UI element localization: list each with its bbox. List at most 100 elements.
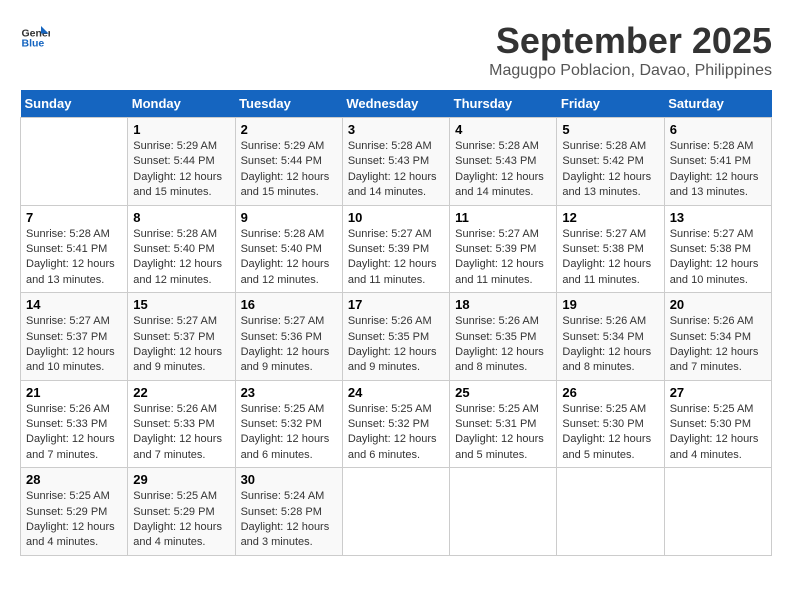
- week-row-1: 1 Sunrise: 5:29 AM Sunset: 5:44 PM Daylig…: [21, 118, 772, 206]
- day-info: Sunrise: 5:28 AM Sunset: 5:40 PM Dayligh…: [241, 227, 337, 289]
- weekday-tuesday: Tuesday: [235, 90, 342, 118]
- calendar-cell: 8 Sunrise: 5:28 AM Sunset: 5:40 PM Daylig…: [128, 205, 235, 293]
- weekday-sunday: Sunday: [21, 90, 128, 118]
- day-number: 6: [670, 122, 766, 137]
- logo: General Blue: [20, 20, 50, 50]
- location-title: Magugpo Poblacion, Davao, Philippines: [489, 62, 772, 80]
- day-info: Sunrise: 5:28 AM Sunset: 5:40 PM Dayligh…: [133, 227, 229, 289]
- day-number: 11: [455, 210, 551, 225]
- calendar-cell: [450, 468, 557, 556]
- day-number: 1: [133, 122, 229, 137]
- weekday-thursday: Thursday: [450, 90, 557, 118]
- day-number: 21: [26, 385, 122, 400]
- page-header: General Blue September 2025 Magugpo Pobl…: [20, 20, 772, 80]
- calendar-cell: 27Sunrise: 5:25 AM Sunset: 5:30 PM Dayli…: [664, 380, 771, 468]
- week-row-2: 7 Sunrise: 5:28 AM Sunset: 5:41 PM Daylig…: [21, 205, 772, 293]
- day-info: Sunrise: 5:26 AM Sunset: 5:35 PM Dayligh…: [348, 314, 444, 376]
- day-info: Sunrise: 5:26 AM Sunset: 5:33 PM Dayligh…: [133, 402, 229, 464]
- day-number: 13: [670, 210, 766, 225]
- calendar-cell: 25Sunrise: 5:25 AM Sunset: 5:31 PM Dayli…: [450, 380, 557, 468]
- day-info: Sunrise: 5:27 AM Sunset: 5:39 PM Dayligh…: [455, 227, 551, 289]
- day-number: 8: [133, 210, 229, 225]
- calendar-cell: 6 Sunrise: 5:28 AM Sunset: 5:41 PM Daylig…: [664, 118, 771, 206]
- calendar-cell: [21, 118, 128, 206]
- calendar-body: 1 Sunrise: 5:29 AM Sunset: 5:44 PM Daylig…: [21, 118, 772, 556]
- calendar-cell: [342, 468, 449, 556]
- day-number: 22: [133, 385, 229, 400]
- day-number: 28: [26, 472, 122, 487]
- calendar-cell: 21 Sunrise: 5:26 AM Sunset: 5:33 PM Dayli…: [21, 380, 128, 468]
- day-number: 16: [241, 297, 337, 312]
- calendar-table: SundayMondayTuesdayWednesdayThursdayFrid…: [20, 90, 772, 556]
- calendar-cell: 20 Sunrise: 5:26 AM Sunset: 5:34 PM Dayli…: [664, 293, 771, 381]
- calendar-cell: 1 Sunrise: 5:29 AM Sunset: 5:44 PM Daylig…: [128, 118, 235, 206]
- calendar-cell: 14 Sunrise: 5:27 AM Sunset: 5:37 PM Dayli…: [21, 293, 128, 381]
- day-number: 26: [562, 385, 658, 400]
- calendar-cell: 30 Sunrise: 5:24 AM Sunset: 5:28 PM Dayli…: [235, 468, 342, 556]
- day-info: Sunrise: 5:29 AM Sunset: 5:44 PM Dayligh…: [133, 139, 229, 201]
- day-number: 23: [241, 385, 337, 400]
- day-info: Sunrise: 5:28 AM Sunset: 5:43 PM Dayligh…: [348, 139, 444, 201]
- day-info: Sunrise: 5:27 AM Sunset: 5:36 PM Dayligh…: [241, 314, 337, 376]
- day-number: 2: [241, 122, 337, 137]
- day-info: Sunrise: 5:26 AM Sunset: 5:34 PM Dayligh…: [670, 314, 766, 376]
- calendar-cell: 17Sunrise: 5:26 AM Sunset: 5:35 PM Dayli…: [342, 293, 449, 381]
- calendar-cell: 15Sunrise: 5:27 AM Sunset: 5:37 PM Dayli…: [128, 293, 235, 381]
- day-info: Sunrise: 5:25 AM Sunset: 5:30 PM Dayligh…: [562, 402, 658, 464]
- day-info: Sunrise: 5:29 AM Sunset: 5:44 PM Dayligh…: [241, 139, 337, 201]
- week-row-3: 14 Sunrise: 5:27 AM Sunset: 5:37 PM Dayli…: [21, 293, 772, 381]
- calendar-cell: 7 Sunrise: 5:28 AM Sunset: 5:41 PM Daylig…: [21, 205, 128, 293]
- day-info: Sunrise: 5:25 AM Sunset: 5:32 PM Dayligh…: [241, 402, 337, 464]
- day-number: 12: [562, 210, 658, 225]
- day-info: Sunrise: 5:27 AM Sunset: 5:39 PM Dayligh…: [348, 227, 444, 289]
- svg-text:Blue: Blue: [22, 37, 45, 49]
- day-number: 27: [670, 385, 766, 400]
- day-info: Sunrise: 5:26 AM Sunset: 5:35 PM Dayligh…: [455, 314, 551, 376]
- day-info: Sunrise: 5:27 AM Sunset: 5:38 PM Dayligh…: [562, 227, 658, 289]
- calendar-cell: 23 Sunrise: 5:25 AM Sunset: 5:32 PM Dayli…: [235, 380, 342, 468]
- day-info: Sunrise: 5:28 AM Sunset: 5:41 PM Dayligh…: [26, 227, 122, 289]
- day-number: 30: [241, 472, 337, 487]
- weekday-header-row: SundayMondayTuesdayWednesdayThursdayFrid…: [21, 90, 772, 118]
- week-row-5: 28 Sunrise: 5:25 AM Sunset: 5:29 PM Dayli…: [21, 468, 772, 556]
- calendar-cell: 29Sunrise: 5:25 AM Sunset: 5:29 PM Dayli…: [128, 468, 235, 556]
- day-info: Sunrise: 5:24 AM Sunset: 5:28 PM Dayligh…: [241, 489, 337, 551]
- day-info: Sunrise: 5:28 AM Sunset: 5:42 PM Dayligh…: [562, 139, 658, 201]
- day-number: 14: [26, 297, 122, 312]
- day-info: Sunrise: 5:26 AM Sunset: 5:34 PM Dayligh…: [562, 314, 658, 376]
- day-info: Sunrise: 5:28 AM Sunset: 5:41 PM Dayligh…: [670, 139, 766, 201]
- month-title: September 2025: [489, 20, 772, 62]
- weekday-saturday: Saturday: [664, 90, 771, 118]
- day-info: Sunrise: 5:25 AM Sunset: 5:31 PM Dayligh…: [455, 402, 551, 464]
- day-number: 7: [26, 210, 122, 225]
- week-row-4: 21 Sunrise: 5:26 AM Sunset: 5:33 PM Dayli…: [21, 380, 772, 468]
- calendar-cell: 13 Sunrise: 5:27 AM Sunset: 5:38 PM Dayli…: [664, 205, 771, 293]
- calendar-cell: 5Sunrise: 5:28 AM Sunset: 5:42 PM Daylig…: [557, 118, 664, 206]
- calendar-cell: 2 Sunrise: 5:29 AM Sunset: 5:44 PM Daylig…: [235, 118, 342, 206]
- day-number: 9: [241, 210, 337, 225]
- day-info: Sunrise: 5:27 AM Sunset: 5:37 PM Dayligh…: [26, 314, 122, 376]
- day-number: 20: [670, 297, 766, 312]
- day-number: 15: [133, 297, 229, 312]
- day-number: 4: [455, 122, 551, 137]
- logo-icon: General Blue: [20, 20, 50, 50]
- calendar-cell: 11 Sunrise: 5:27 AM Sunset: 5:39 PM Dayli…: [450, 205, 557, 293]
- calendar-cell: 26 Sunrise: 5:25 AM Sunset: 5:30 PM Dayli…: [557, 380, 664, 468]
- calendar-cell: 10 Sunrise: 5:27 AM Sunset: 5:39 PM Dayli…: [342, 205, 449, 293]
- day-info: Sunrise: 5:26 AM Sunset: 5:33 PM Dayligh…: [26, 402, 122, 464]
- title-section: September 2025 Magugpo Poblacion, Davao,…: [489, 20, 772, 80]
- day-number: 10: [348, 210, 444, 225]
- calendar-cell: 24Sunrise: 5:25 AM Sunset: 5:32 PM Dayli…: [342, 380, 449, 468]
- calendar-cell: 18 Sunrise: 5:26 AM Sunset: 5:35 PM Dayli…: [450, 293, 557, 381]
- day-info: Sunrise: 5:27 AM Sunset: 5:38 PM Dayligh…: [670, 227, 766, 289]
- day-number: 18: [455, 297, 551, 312]
- day-info: Sunrise: 5:25 AM Sunset: 5:32 PM Dayligh…: [348, 402, 444, 464]
- calendar-cell: 3Sunrise: 5:28 AM Sunset: 5:43 PM Daylig…: [342, 118, 449, 206]
- calendar-cell: 19 Sunrise: 5:26 AM Sunset: 5:34 PM Dayli…: [557, 293, 664, 381]
- calendar-cell: 4Sunrise: 5:28 AM Sunset: 5:43 PM Daylig…: [450, 118, 557, 206]
- weekday-monday: Monday: [128, 90, 235, 118]
- calendar-cell: 12 Sunrise: 5:27 AM Sunset: 5:38 PM Dayli…: [557, 205, 664, 293]
- day-number: 19: [562, 297, 658, 312]
- calendar-cell: 9 Sunrise: 5:28 AM Sunset: 5:40 PM Daylig…: [235, 205, 342, 293]
- day-info: Sunrise: 5:25 AM Sunset: 5:29 PM Dayligh…: [26, 489, 122, 551]
